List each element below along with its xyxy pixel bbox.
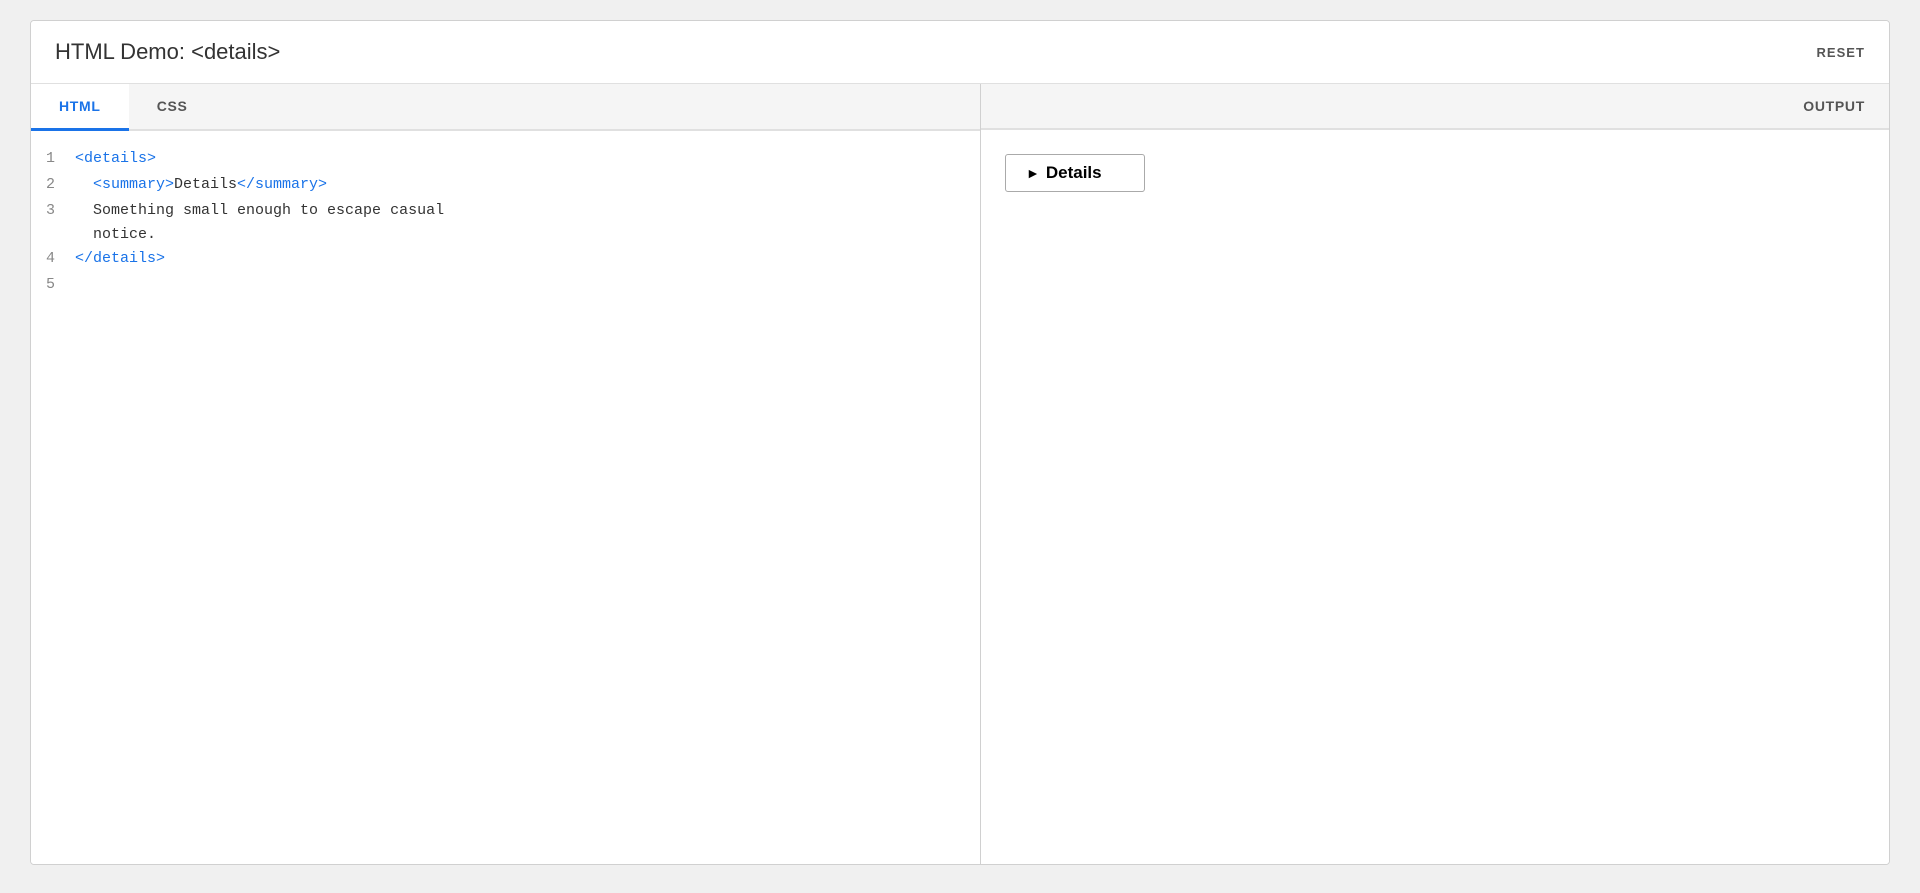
right-panel: OUTPUT ► Details: [981, 84, 1889, 864]
page-title: HTML Demo: <details>: [55, 39, 280, 65]
output-content: ► Details: [981, 130, 1889, 864]
line-number-4: 4: [31, 247, 71, 271]
summary-text: Details: [174, 176, 237, 193]
code-line-2: 2 <summary>Details</summary>: [31, 173, 980, 199]
header: HTML Demo: <details> RESET: [31, 21, 1889, 84]
line-content-4: </details>: [71, 247, 165, 271]
tag-open-summary: <summary>: [93, 176, 174, 193]
line-number-2: 2: [31, 173, 71, 197]
output-bar: OUTPUT: [981, 84, 1889, 130]
line-content-1: <details>: [71, 147, 156, 171]
tab-html[interactable]: HTML: [31, 84, 129, 131]
tag-close-details: </details>: [75, 250, 165, 267]
tab-css[interactable]: CSS: [129, 84, 216, 131]
details-arrow-icon: ►: [1026, 165, 1040, 181]
tabs-bar: HTML CSS: [31, 84, 980, 131]
line-content-2: <summary>Details</summary>: [71, 173, 327, 197]
tag-close-summary: </summary>: [237, 176, 327, 193]
left-panel: HTML CSS 1 <details> 2 <summary>Details<…: [31, 84, 981, 864]
code-line-3: 3 Something small enough to escape casua…: [31, 199, 980, 247]
reset-button[interactable]: RESET: [1816, 45, 1865, 60]
tag-open-details: <details>: [75, 150, 156, 167]
editor-area: HTML CSS 1 <details> 2 <summary>Details<…: [31, 84, 1889, 864]
code-editor[interactable]: 1 <details> 2 <summary>Details</summary>…: [31, 131, 980, 864]
details-label: Details: [1046, 163, 1102, 183]
demo-container: HTML Demo: <details> RESET HTML CSS 1 <d…: [30, 20, 1890, 865]
code-line-1: 1 <details>: [31, 147, 980, 173]
line-number-3: 3: [31, 199, 71, 223]
details-widget[interactable]: ► Details: [1005, 154, 1145, 192]
line-number-5: 5: [31, 273, 71, 297]
code-line-4: 4 </details>: [31, 247, 980, 273]
line-number-1: 1: [31, 147, 71, 171]
line-content-3: Something small enough to escape casual …: [71, 199, 444, 247]
output-label: OUTPUT: [1803, 98, 1865, 114]
code-line-5: 5: [31, 273, 980, 299]
